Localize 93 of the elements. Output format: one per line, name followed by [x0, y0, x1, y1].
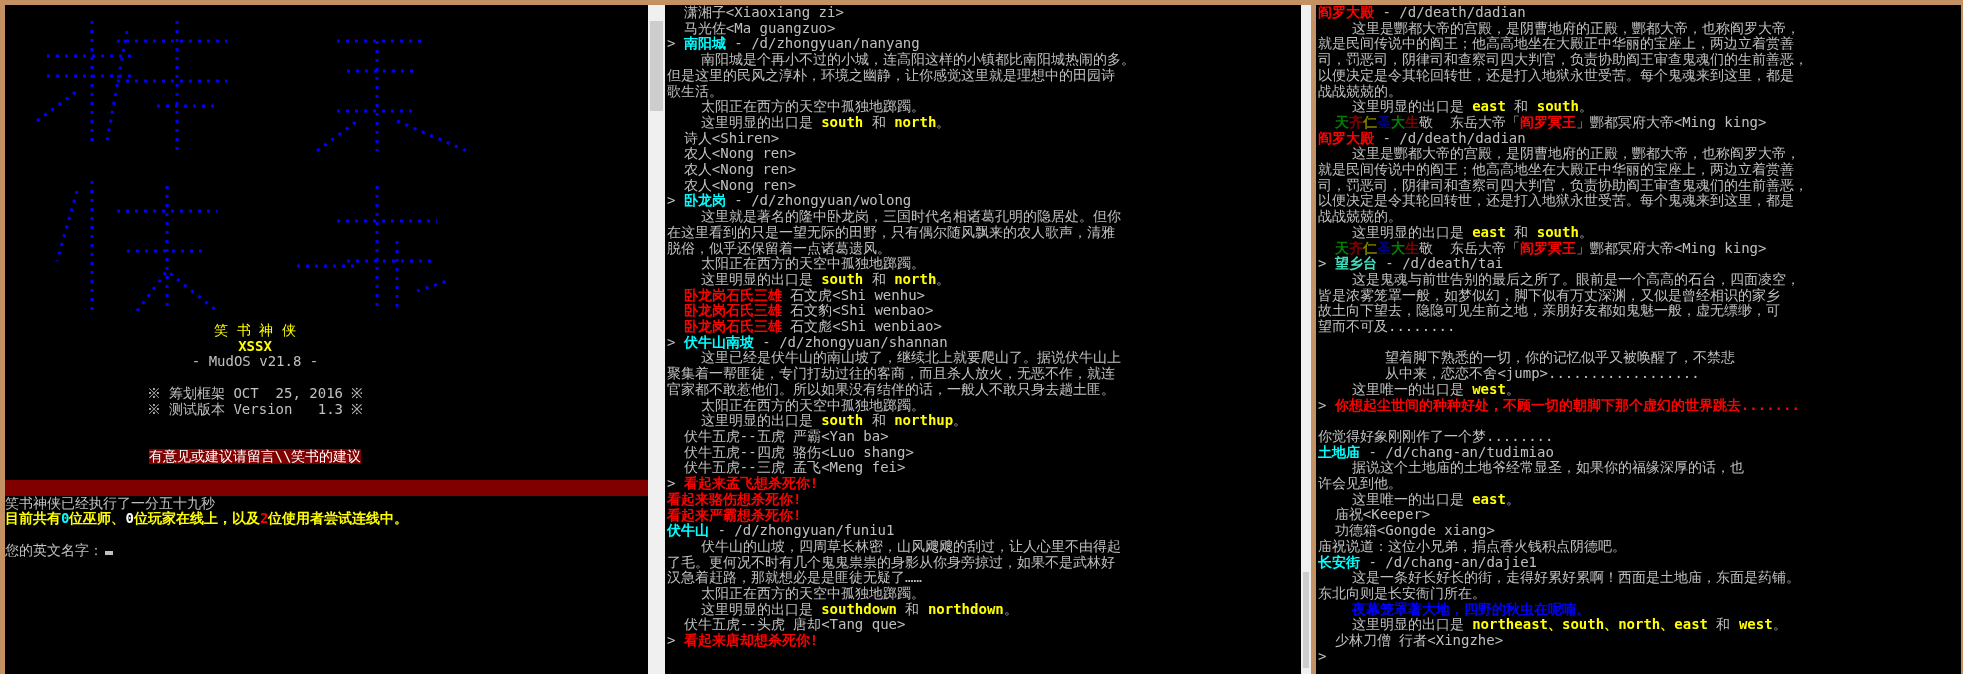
terminal-line: 阎罗大殿 - /d/death/dadian — [1318, 5, 1526, 21]
terminal-line: 太阳正在西方的天空中孤独地踯躅。 — [699, 256, 925, 272]
terminal-line: 这是一条好长好长的街，走得好累好累啊！西面是土地庙，东面是药铺。 — [1350, 570, 1800, 586]
terminal-line: 天齐仁圣大生敬 东岳大帝「阎罗冥王」酆都冥府大帝<Ming king> — [1333, 114, 1767, 131]
terminal-line: 这里就是著名的隆中卧龙岗，三国时代名相诸葛孔明的隐居处。但你 — [699, 209, 1121, 225]
terminal-line: 这里明显的出口是 south 和 north。 — [699, 271, 951, 288]
terminal-line: 这里明显的出口是 east 和 south。 — [1350, 224, 1593, 241]
terminal-line: 以便决定是令其轮回转世，还是打入地狱永世受苦。每个鬼魂来到这里，都是 — [1318, 67, 1794, 84]
terminal-line: 夜幕笼罩著大地，四野的秋虫在呢喃。 — [1350, 601, 1590, 617]
terminal-line: 这是鬼魂与前世告别的最后之所了。眼前是一个高高的石台，四面凌空， — [1351, 271, 1800, 288]
text-cursor — [105, 551, 113, 556]
terminal-line: 汉急着赶路，那就想必是是匪徒无疑了…… — [667, 570, 922, 586]
terminal-line: 以便决定是令其轮回转世，还是打入地狱永世受苦。每个鬼魂来到这里，都是 — [1318, 193, 1794, 209]
terminal-line: 司，罚恶司，阴律司和查察司四大判官，负责协助阎王审查鬼魂们的生前善恶， — [1318, 52, 1808, 68]
terminal-line: 马光佐<Ma guangzuo> — [682, 20, 836, 36]
terminal-line: 农人<Nong ren> — [682, 177, 797, 194]
terminal-line: 庙祝说道：这位小兄弟，捐点香火钱积点阴德吧。 — [1318, 538, 1626, 555]
terminal-line: 这里唯一的出口是 east。 — [1350, 491, 1520, 507]
terminal-line: 潇湘子<Xiaoxiang zi> — [682, 5, 844, 21]
terminal-line: 土地庙 - /d/chang-an/tudimiao — [1318, 444, 1554, 461]
terminal-line: 东北向则是长安衙门所在。 — [1318, 586, 1486, 602]
game-subtitle: XSSX — [238, 338, 272, 355]
terminal-line: 据说这个土地庙的土地爷经常显圣，如果你的福缘深厚的话，也 — [1350, 460, 1744, 476]
terminal-line: 从中来，恋恋不舍<jump>.................. — [1384, 366, 1700, 382]
terminal-line: 你觉得好象刚刚作了一个梦........ — [1318, 428, 1554, 445]
terminal-line: 卧龙岗石氏三雄 石文虎<Shi wenhu> — [682, 287, 925, 303]
info-text: ※ 筹划框架 OCT 25, 2016 ※ — [146, 385, 364, 402]
terminal-line: 看起来骆伤想杀死你! — [667, 491, 802, 507]
info-text: ※ 测试版本 Version 1.3 ※ — [146, 401, 364, 418]
terminal-line: 伏牛五虎--五虎 严霸<Yan ba> — [682, 429, 889, 445]
terminal-line: 望着脚下熟悉的一切，你的记忆似乎又被唤醒了，不禁悲 — [1384, 350, 1736, 366]
terminal-line: 天齐仁圣大生敬 东岳大帝「阎罗冥王」酆都冥府大帝<Ming king> — [1333, 240, 1767, 256]
terminal-line: 就是民间传说中的阎王；他高高地坐在大殿正中华丽的宝座上，两边立着赏善 — [1318, 162, 1794, 178]
scrollbar[interactable] — [1301, 5, 1311, 674]
terminal-line: 伏牛五虎--头虎 唐却<Tang que> — [682, 617, 906, 633]
version-text: - MudOS v21.8 - — [191, 354, 319, 371]
terminal-line: 诗人<Shiren> — [682, 130, 780, 147]
terminal-line: 这里唯一的出口是 west。 — [1350, 381, 1520, 398]
terminal-line: 就是民间传说中的阎王；他高高地坐在大殿正中华丽的宝座上，两边立着赏善 — [1318, 36, 1794, 52]
scrollbar[interactable] — [648, 5, 665, 674]
terminal-line: 目前共有0位巫师、0位玩家在线上，以及2位使用者尝试连线中。 — [5, 511, 409, 528]
terminal-line: > 卧龙岗 - /d/zhongyuan/wolong — [667, 193, 912, 210]
terminal-line: 这里已经是伏牛山的南山坡了，继续北上就要爬山了。据说伏牛山上 — [699, 350, 1121, 366]
terminal-line: 这里明显的出口是 east 和 south。 — [1350, 99, 1593, 115]
terminal-line: 故土向下望去，隐隐可见生前之地，亲朋好友都如鬼魅一般，虚无缥缈，可 — [1318, 303, 1780, 319]
terminal-line: 功德箱<Gongde xiang> — [1334, 523, 1495, 539]
terminal-line: 太阳正在西方的天空中孤独地踯躅。 — [699, 586, 925, 602]
terminal-line: 歌生活。 — [667, 83, 723, 99]
terminal-line: 脱俗，似乎还保留着一点诸葛遗风。 — [667, 240, 891, 256]
terminal-line: 这里是酆都大帝的宫殿，是阴曹地府的正殿，酆都大帝，也称阎罗大帝， — [1350, 146, 1800, 162]
terminal-line: > 看起来孟飞想杀死你! — [667, 476, 819, 492]
terminal-line: 看起来严霸想杀死你! — [667, 507, 802, 523]
terminal-line: 这里明显的出口是 northeast、south、north、east 和 west。 — [1350, 617, 1787, 633]
terminal-line: 伏牛山的山坡，四周草长林密，山风飕飕的刮过，让人心里不由得起 — [699, 538, 1121, 555]
terminal-line: > 看起来唐却想杀死你! — [667, 633, 819, 649]
terminal-line: 笑书神侠已经执行了一分五十九秒 — [5, 495, 215, 511]
terminal-line: > 你想起尘世间的种种好处，不顾一切的朝脚下那个虚幻的世界跳去....... — [1318, 397, 1800, 414]
terminal-line: 庙祝<Keeper> — [1333, 507, 1431, 523]
terminal-line: 聚集着一帮匪徒，专门打劫过往的客商，而且杀人放火，无恶不作，就连 — [667, 366, 1115, 382]
terminal-line: 官家都不敢惹他们。所以如果没有结伴的话，一般人不敢只身去趟土匪。 — [667, 381, 1115, 398]
terminal-line: 太阳正在西方的天空中孤独地踯躅。 — [699, 397, 925, 413]
terminal-line: 司，罚恶司，阴律司和查察司四大判官，负责协助阎王审查鬼魂们的生前善恶， — [1318, 177, 1808, 194]
terminal-line: 望而不可及........ — [1318, 319, 1456, 335]
prompt-label: 您的英文名字： — [5, 542, 103, 559]
terminal-line: 这里明显的出口是 southdown 和 northdown。 — [699, 601, 1018, 617]
terminal-line: 在这里看到的只是一望无际的田野，只有偶尔随风飘来的农人歌声，清雅 — [667, 224, 1115, 241]
terminal-line: 战战兢兢的。 — [1318, 209, 1402, 225]
terminal-line: 伏牛五虎--三虎 孟飞<Meng fei> — [682, 460, 906, 476]
terminal-line: 南阳城是个再小不过的小城，连高阳这样的小镇都比南阳城热闹的多。 — [699, 52, 1135, 68]
terminal-line: 少林刀僧 行者<Xingzhe> — [1333, 633, 1504, 649]
terminal-line: 这里是酆都大帝的宫殿，是阴曹地府的正殿，酆都大帝，也称阎罗大帝， — [1350, 20, 1800, 36]
terminal-line: 这里明显的出口是 south 和 northup。 — [699, 413, 968, 429]
terminal-line: 卧龙岗石氏三雄 石文彪<Shi wenbiao> — [682, 319, 942, 335]
notice-text: 有意见或建议请留言\\笑书的建议 — [148, 448, 362, 465]
terminal-line: 农人<Nong ren> — [682, 146, 797, 163]
terminal-line: > — [1318, 648, 1327, 665]
terminal-line: 了毛。更何况不时有几个鬼鬼祟祟的身影从你身旁掠过，如果不是武林好 — [667, 554, 1115, 570]
terminal-line: 这里明显的出口是 south 和 north。 — [699, 114, 951, 131]
terminal-line: > 南阳城 - /d/zhongyuan/nanyang — [667, 36, 920, 53]
terminal-line: 但是这里的民风之淳朴，环境之幽静，让你感觉这里就是理想中的田园诗 — [667, 67, 1115, 84]
terminal-line: 战战兢兢的。 — [1318, 83, 1402, 99]
terminal-line: 伏牛山 - /d/zhongyuan/funiu1 — [667, 523, 895, 539]
terminal-line: 太阳正在西方的天空中孤独地踯躅。 — [699, 99, 925, 115]
terminal-line: 卧龙岗石氏三雄 石文豹<Shi wenbao> — [682, 303, 934, 319]
terminal-line: > 望乡台 - /d/death/tai — [1318, 256, 1504, 272]
terminal-line: > 伏牛山南坡 - /d/zhongyuan/shannan — [667, 334, 948, 351]
terminal-line: 伏牛五虎--四虎 骆伤<Luo shang> — [682, 444, 914, 460]
game-title: 笑 书 神 侠 — [214, 323, 296, 339]
terminal-line: 农人<Nong ren> — [682, 162, 797, 178]
terminal-line: 皆是浓雾笼罩一般，如梦似幻，脚下似有万丈深渊，又似是曾经相识的家乡 — [1318, 287, 1780, 303]
terminal-line: 许会见到他。 — [1318, 476, 1402, 492]
terminal-line: 阎罗大殿 - /d/death/dadian — [1318, 130, 1526, 146]
terminal-line: 长安街 - /d/chang-an/dajie1 — [1318, 554, 1537, 571]
